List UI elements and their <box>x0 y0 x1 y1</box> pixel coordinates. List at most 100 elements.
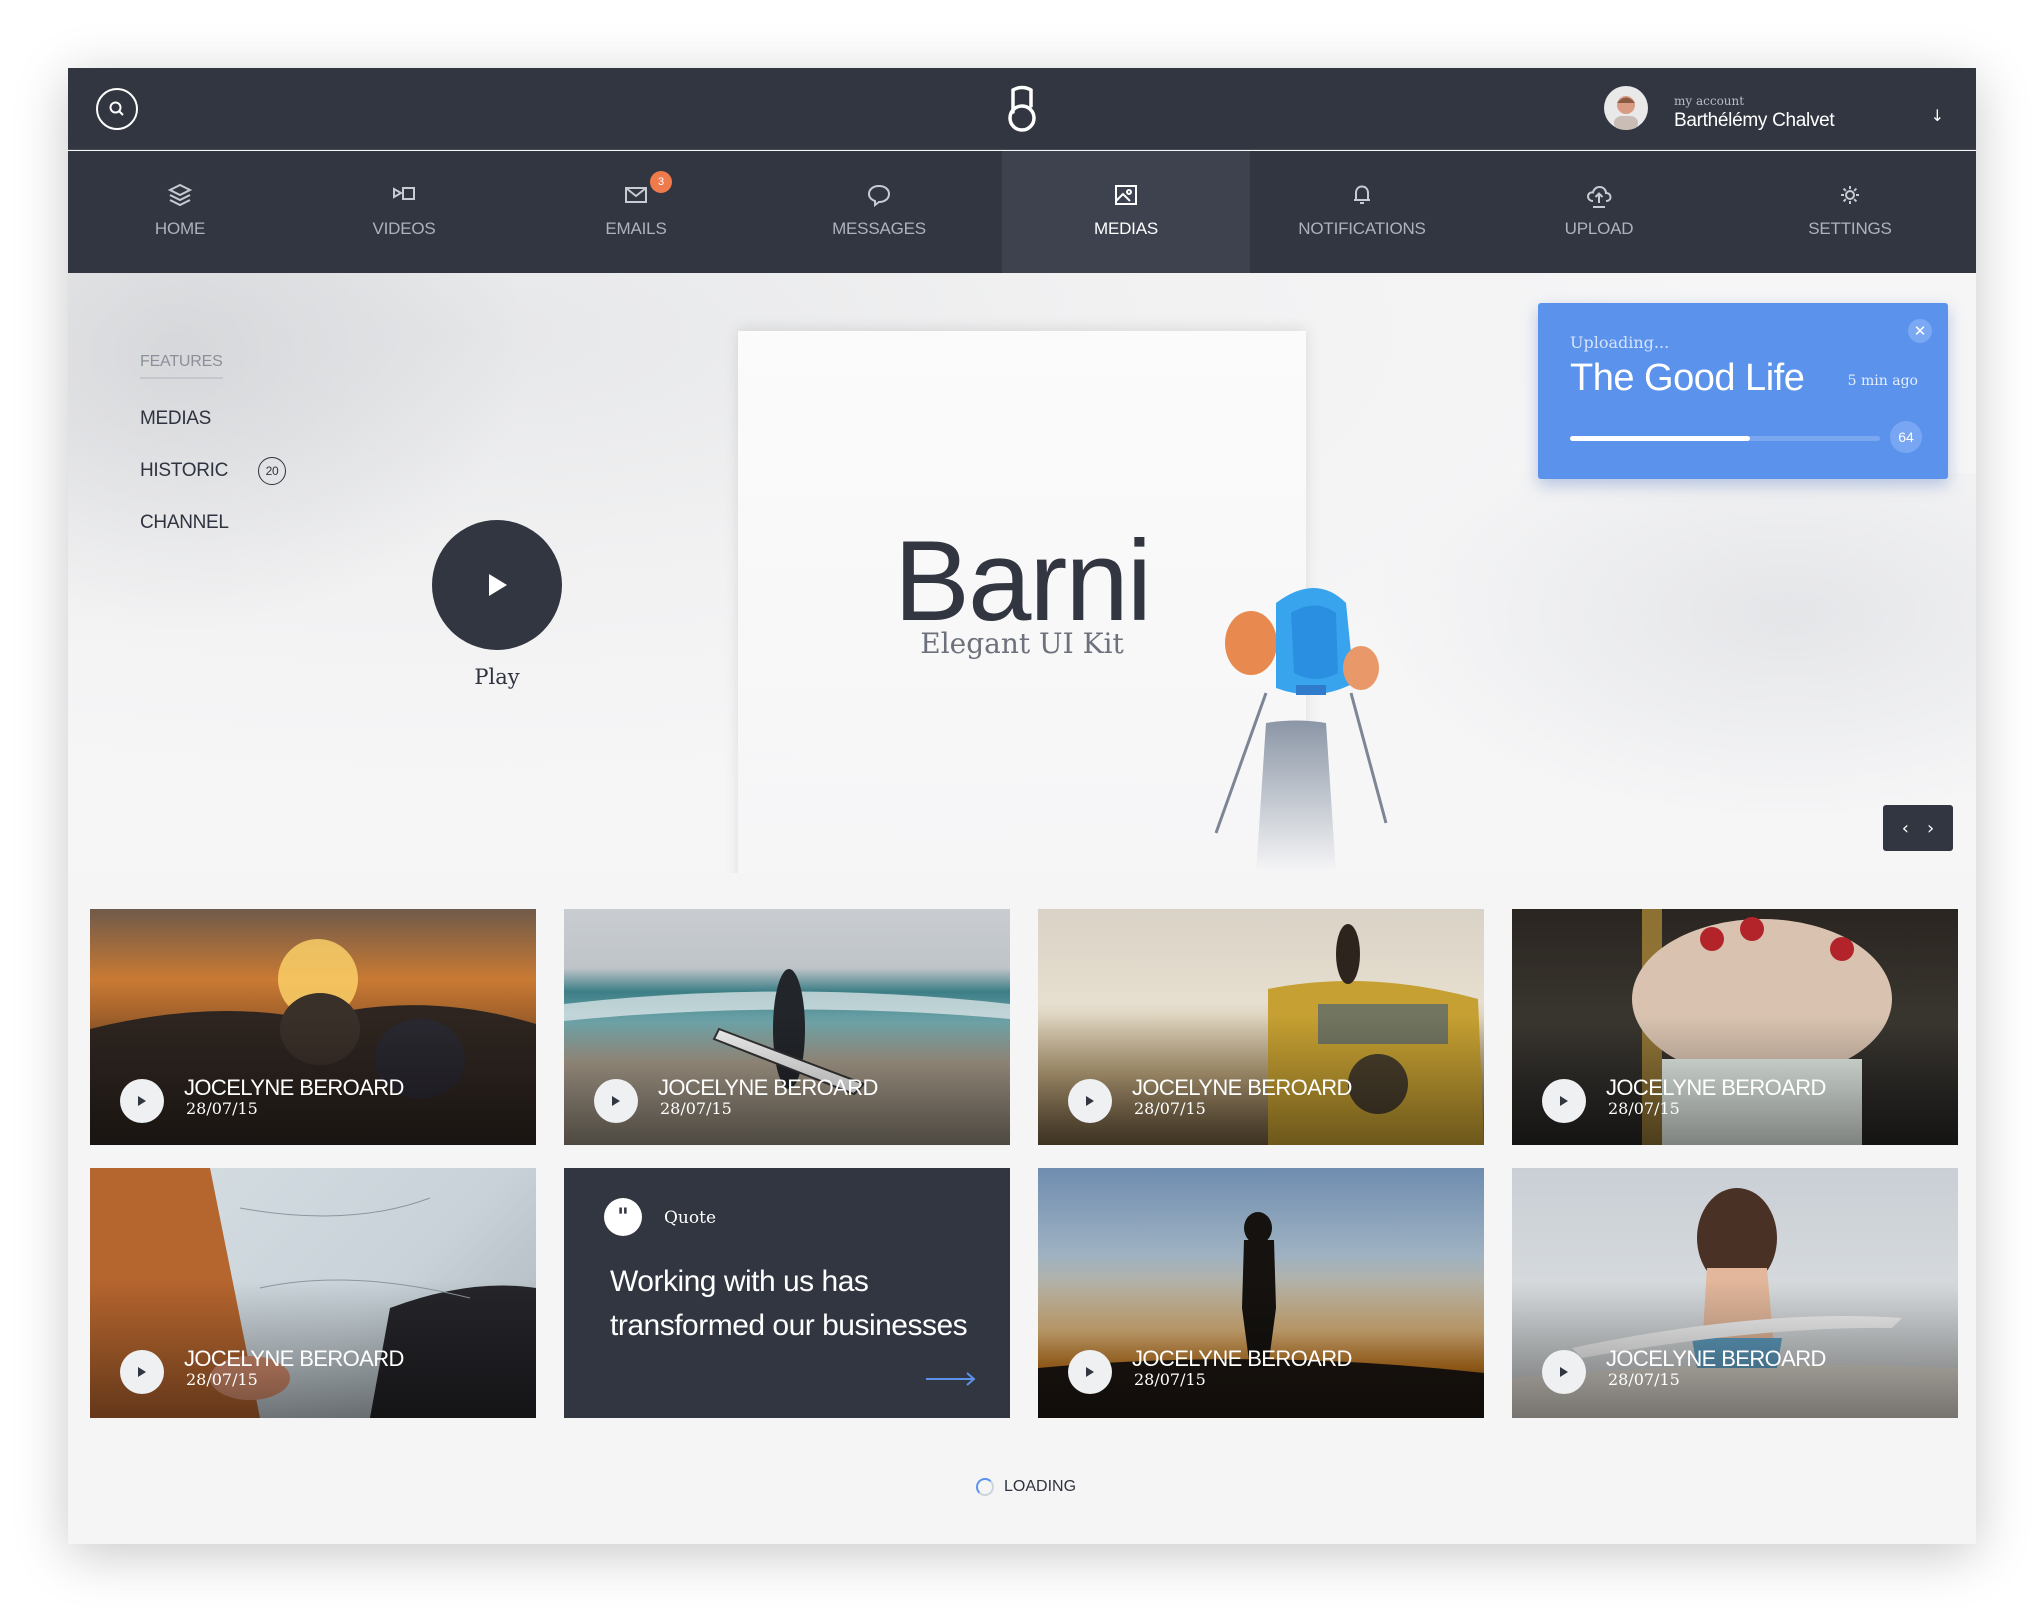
play-label: Play <box>474 665 520 689</box>
nav-label: MESSAGES <box>832 219 926 238</box>
account-menu[interactable]: my account Barthélémy Chalvet ↓ <box>1604 82 1944 138</box>
nav-label: MEDIAS <box>1094 219 1158 238</box>
tile-date: 28/07/15 <box>660 1099 732 1118</box>
tile-play-button[interactable] <box>120 1350 164 1394</box>
play-icon <box>489 574 507 596</box>
nav-label: NOTIFICATIONS <box>1298 219 1426 238</box>
nav-label: VIDEOS <box>372 219 436 238</box>
tile-date: 28/07/15 <box>186 1099 258 1118</box>
brand-logo[interactable] <box>1002 84 1042 134</box>
layers-icon <box>167 183 193 207</box>
side-item-medias[interactable]: MEDIAS <box>140 407 286 431</box>
tile-date: 28/07/15 <box>1608 1099 1680 1118</box>
loading-indicator: LOADING <box>976 1478 1076 1496</box>
account-name[interactable]: Barthélémy Chalvet <box>1674 110 1835 132</box>
chevron-left-icon[interactable]: ‹ <box>1902 818 1909 839</box>
media-tile[interactable]: JOCELYNE BEROARD 28/07/15 <box>90 1168 536 1418</box>
nav-medias[interactable]: MEDIAS <box>1002 151 1250 273</box>
tile-name: JOCELYNE BEROARD <box>658 1075 878 1100</box>
nav-videos[interactable]: VIDEOS <box>292 151 516 273</box>
tile-play-button[interactable] <box>1068 1079 1112 1123</box>
nav-notifications[interactable]: NOTIFICATIONS <box>1250 151 1474 273</box>
tile-name: JOCELYNE BEROARD <box>1132 1346 1352 1371</box>
arrow-down-icon[interactable]: ↓ <box>1931 106 1944 125</box>
media-tile[interactable]: JOCELYNE BEROARD 28/07/15 <box>90 909 536 1145</box>
quote-tile[interactable]: " Quote Working with us has transformed … <box>564 1168 1010 1418</box>
side-item-historic[interactable]: HISTORIC 20 <box>140 457 287 485</box>
search-button[interactable] <box>96 88 138 130</box>
carousel-pager: ‹ › <box>1883 805 1953 851</box>
nav-emails[interactable]: 3 EMAILS <box>516 151 756 273</box>
quote-text: Working with us has transformed our busi… <box>610 1265 968 1342</box>
cloud-upload-icon <box>1586 185 1612 208</box>
play-icon <box>1560 1096 1568 1106</box>
arrow-right-icon[interactable] <box>926 1372 976 1386</box>
app-window: my account Barthélémy Chalvet ↓ HOME VID… <box>68 68 1976 1544</box>
mail-icon <box>625 187 647 203</box>
tile-name: JOCELYNE BEROARD <box>1132 1075 1352 1100</box>
nav-messages[interactable]: MESSAGES <box>756 151 1002 273</box>
upload-progress-card: ✕ Uploading... The Good Life 5 min ago 6… <box>1538 303 1948 479</box>
tile-play-button[interactable] <box>1542 1350 1586 1394</box>
avatar[interactable] <box>1604 86 1648 130</box>
tile-date: 28/07/15 <box>1134 1099 1206 1118</box>
tile-name: JOCELYNE BEROARD <box>184 1075 404 1100</box>
upload-time: 5 min ago <box>1847 373 1918 389</box>
main-nav: HOME VIDEOS 3 EMAILS MESSAGES MEDIAS NOT… <box>68 151 1976 273</box>
side-item-label: MEDIAS <box>140 408 212 429</box>
features-heading: FEATURES <box>140 353 223 379</box>
upload-count: 64 <box>1890 421 1922 453</box>
tile-name: JOCELYNE BEROARD <box>1606 1346 1826 1371</box>
hero-play-button[interactable] <box>432 520 562 650</box>
tile-play-button[interactable] <box>594 1079 638 1123</box>
tile-name: JOCELYNE BEROARD <box>1606 1075 1826 1100</box>
tile-date: 28/07/15 <box>1608 1370 1680 1389</box>
quote-label: Quote <box>664 1208 717 1228</box>
tile-play-button[interactable] <box>120 1079 164 1123</box>
upload-progress-fill <box>1570 436 1750 441</box>
image-icon <box>1115 185 1137 205</box>
gear-icon <box>1841 186 1859 204</box>
tile-date: 28/07/15 <box>186 1370 258 1389</box>
media-tile[interactable]: JOCELYNE BEROARD 28/07/15 <box>1512 1168 1958 1418</box>
nav-label: UPLOAD <box>1564 219 1634 238</box>
spinner-icon <box>976 1478 994 1496</box>
media-tile[interactable]: JOCELYNE BEROARD 28/07/15 <box>1038 909 1484 1145</box>
play-icon <box>1086 1096 1094 1106</box>
nav-label: SETTINGS <box>1808 219 1892 238</box>
tile-play-button[interactable] <box>1542 1079 1586 1123</box>
nav-upload[interactable]: UPLOAD <box>1474 151 1724 273</box>
side-item-label: CHANNEL <box>140 512 229 533</box>
side-item-label: HISTORIC <box>140 460 229 481</box>
upload-title: The Good Life <box>1570 357 1805 399</box>
historic-count-badge: 20 <box>258 457 287 485</box>
upload-progress-bar <box>1570 436 1880 441</box>
chevron-right-icon[interactable]: › <box>1927 818 1934 839</box>
play-icon <box>1560 1367 1568 1377</box>
tile-play-button[interactable] <box>1068 1350 1112 1394</box>
video-icon <box>393 187 415 200</box>
play-icon <box>1086 1367 1094 1377</box>
chat-bubble-icon <box>867 184 891 207</box>
nav-settings[interactable]: SETTINGS <box>1724 151 1976 273</box>
features-menu: FEATURES MEDIAS HISTORIC 20 CHANNEL <box>140 353 287 535</box>
nav-label: EMAILS <box>605 219 667 238</box>
emails-badge: 3 <box>650 171 672 193</box>
play-icon <box>138 1367 146 1377</box>
side-item-channel[interactable]: CHANNEL <box>140 511 286 535</box>
tile-date: 28/07/15 <box>1134 1370 1206 1389</box>
search-icon <box>109 101 124 116</box>
media-tile[interactable]: JOCELYNE BEROARD 28/07/15 <box>1512 909 1958 1145</box>
bell-icon <box>1354 185 1370 204</box>
tile-name: JOCELYNE BEROARD <box>184 1346 404 1371</box>
account-caption: my account <box>1674 94 1745 108</box>
loading-label: LOADING <box>1004 1478 1077 1495</box>
nav-home[interactable]: HOME <box>68 151 292 273</box>
media-tile[interactable]: JOCELYNE BEROARD 28/07/15 <box>1038 1168 1484 1418</box>
play-icon <box>612 1096 620 1106</box>
fog-background <box>1368 473 1976 823</box>
close-icon[interactable]: ✕ <box>1908 319 1932 343</box>
quote-icon: " <box>604 1198 642 1236</box>
media-tile[interactable]: JOCELYNE BEROARD 28/07/15 <box>564 909 1010 1145</box>
upload-status: Uploading... <box>1570 333 1670 352</box>
